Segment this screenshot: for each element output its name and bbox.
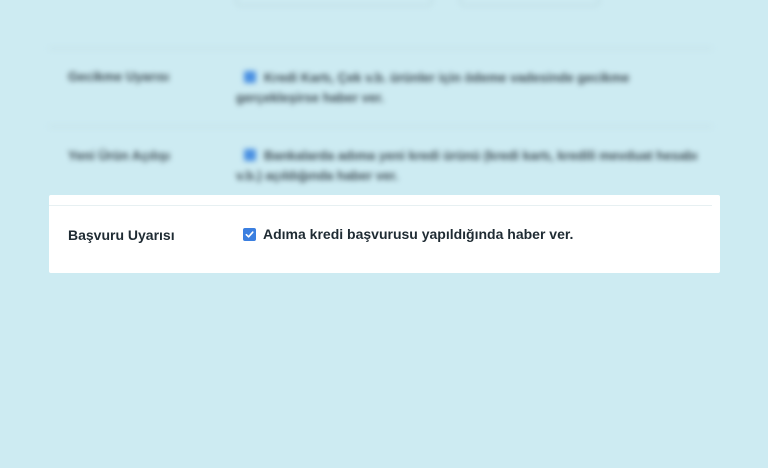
- setting-option[interactable]: Bankalarda adıma yeni kredi ürünü (kredi…: [236, 146, 702, 186]
- setting-description: Adıma kredi başvurusu yapıldığında haber…: [263, 226, 574, 242]
- input-field-2[interactable]: [460, 0, 599, 6]
- setting-description: Bankalarda adıma yeni kredi ürünü (kredi…: [236, 148, 698, 183]
- setting-row-new-product: Yeni Ürün Açılışı Bankalarda adıma yeni …: [49, 126, 712, 196]
- setting-option[interactable]: Kredi Kartı, Çek v.b. ürünler için ödeme…: [236, 68, 702, 108]
- setting-label: Yeni Ürün Açılışı: [68, 148, 171, 163]
- checkbox[interactable]: [244, 71, 256, 83]
- checkbox[interactable]: [244, 149, 256, 161]
- row-divider: [49, 205, 712, 206]
- check-icon: [245, 230, 254, 238]
- setting-row-delay-warning: Gecikme Uyarısı Kredi Kartı, Çek v.b. ür…: [49, 48, 712, 126]
- setting-label: Gecikme Uyarısı: [68, 69, 170, 84]
- input-field-1[interactable]: [236, 0, 432, 6]
- setting-option[interactable]: Adıma kredi başvurusu yapıldığında haber…: [243, 226, 573, 242]
- checkbox-checked-icon[interactable]: [243, 227, 256, 241]
- setting-label: Başvuru Uyarısı: [68, 227, 175, 243]
- top-inputs: [0, 0, 768, 6]
- setting-row-application-warning: Başvuru Uyarısı Adıma kredi başvurusu ya…: [49, 195, 720, 273]
- setting-description: Kredi Kartı, Çek v.b. ürünler için ödeme…: [236, 70, 630, 105]
